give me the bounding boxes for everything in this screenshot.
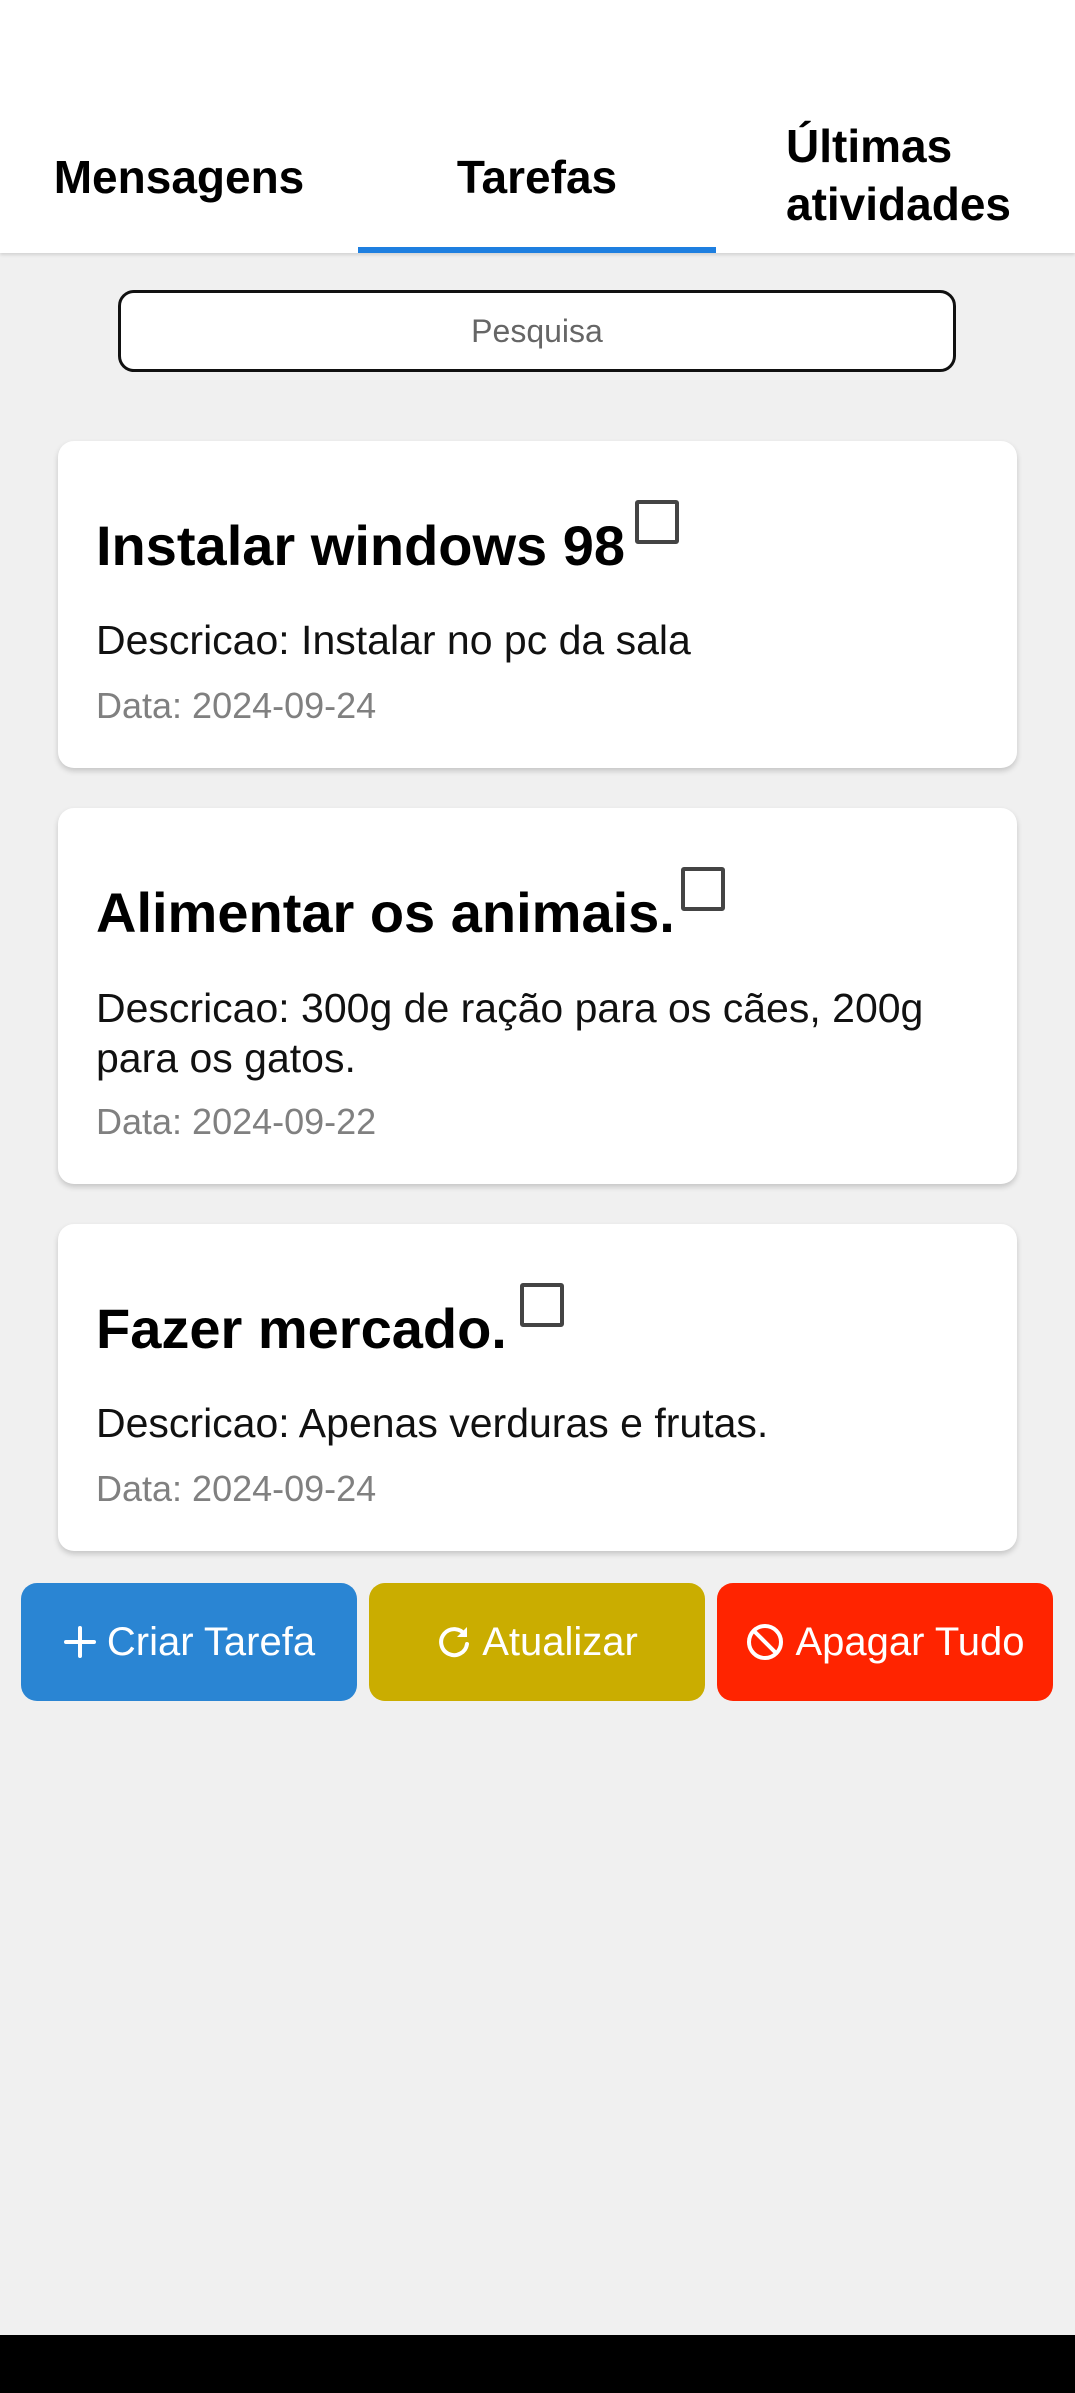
task-title: Alimentar os animais. (96, 881, 675, 944)
task-checkbox[interactable] (520, 1283, 564, 1327)
plus-icon (63, 1625, 97, 1659)
task-date: Data: 2024-09-24 (96, 685, 377, 726)
refresh-label: Atualizar (482, 1619, 638, 1664)
task-card: Fazer mercado. Descricao: Apenas verdura… (58, 1224, 1017, 1551)
refresh-button[interactable]: Atualizar (369, 1583, 705, 1701)
task-title: Instalar windows 98 (96, 514, 626, 577)
task-card: Alimentar os animais. Descricao: 300g de… (58, 808, 1017, 1184)
task-date: Data: 2024-09-22 (96, 1101, 377, 1142)
refresh-icon (436, 1624, 472, 1660)
search-input[interactable]: Pesquisa (118, 290, 956, 372)
system-navigation-bar (0, 2335, 1075, 2393)
delete-all-button[interactable]: Apagar Tudo (717, 1583, 1053, 1701)
tab-tarefas[interactable]: Tarefas (358, 100, 716, 253)
tab-ultimas-atividades[interactable]: Últimas atividades (716, 110, 1075, 240)
ban-icon (745, 1622, 785, 1662)
create-task-label: Criar Tarefa (106, 1619, 316, 1664)
task-date: Data: 2024-09-24 (96, 1468, 377, 1509)
delete-all-label: Apagar Tudo (795, 1619, 1025, 1664)
task-card: Instalar windows 98 Descricao: Instalar … (58, 441, 1017, 768)
task-title: Fazer mercado. (96, 1297, 507, 1360)
create-task-button[interactable]: Criar Tarefa (21, 1583, 357, 1701)
task-checkbox[interactable] (635, 500, 679, 544)
task-description: Descricao: Apenas verduras e frutas. (96, 1400, 769, 1446)
task-description: Descricao: Instalar no pc da sala (96, 617, 691, 663)
tab-bar: Mensagens Tarefas Últimas atividades (0, 0, 1075, 253)
tab-mensagens[interactable]: Mensagens (0, 100, 358, 253)
task-description: Descricao: 300g de ração para os cães, 2… (96, 985, 924, 1081)
task-checkbox[interactable] (681, 867, 725, 911)
